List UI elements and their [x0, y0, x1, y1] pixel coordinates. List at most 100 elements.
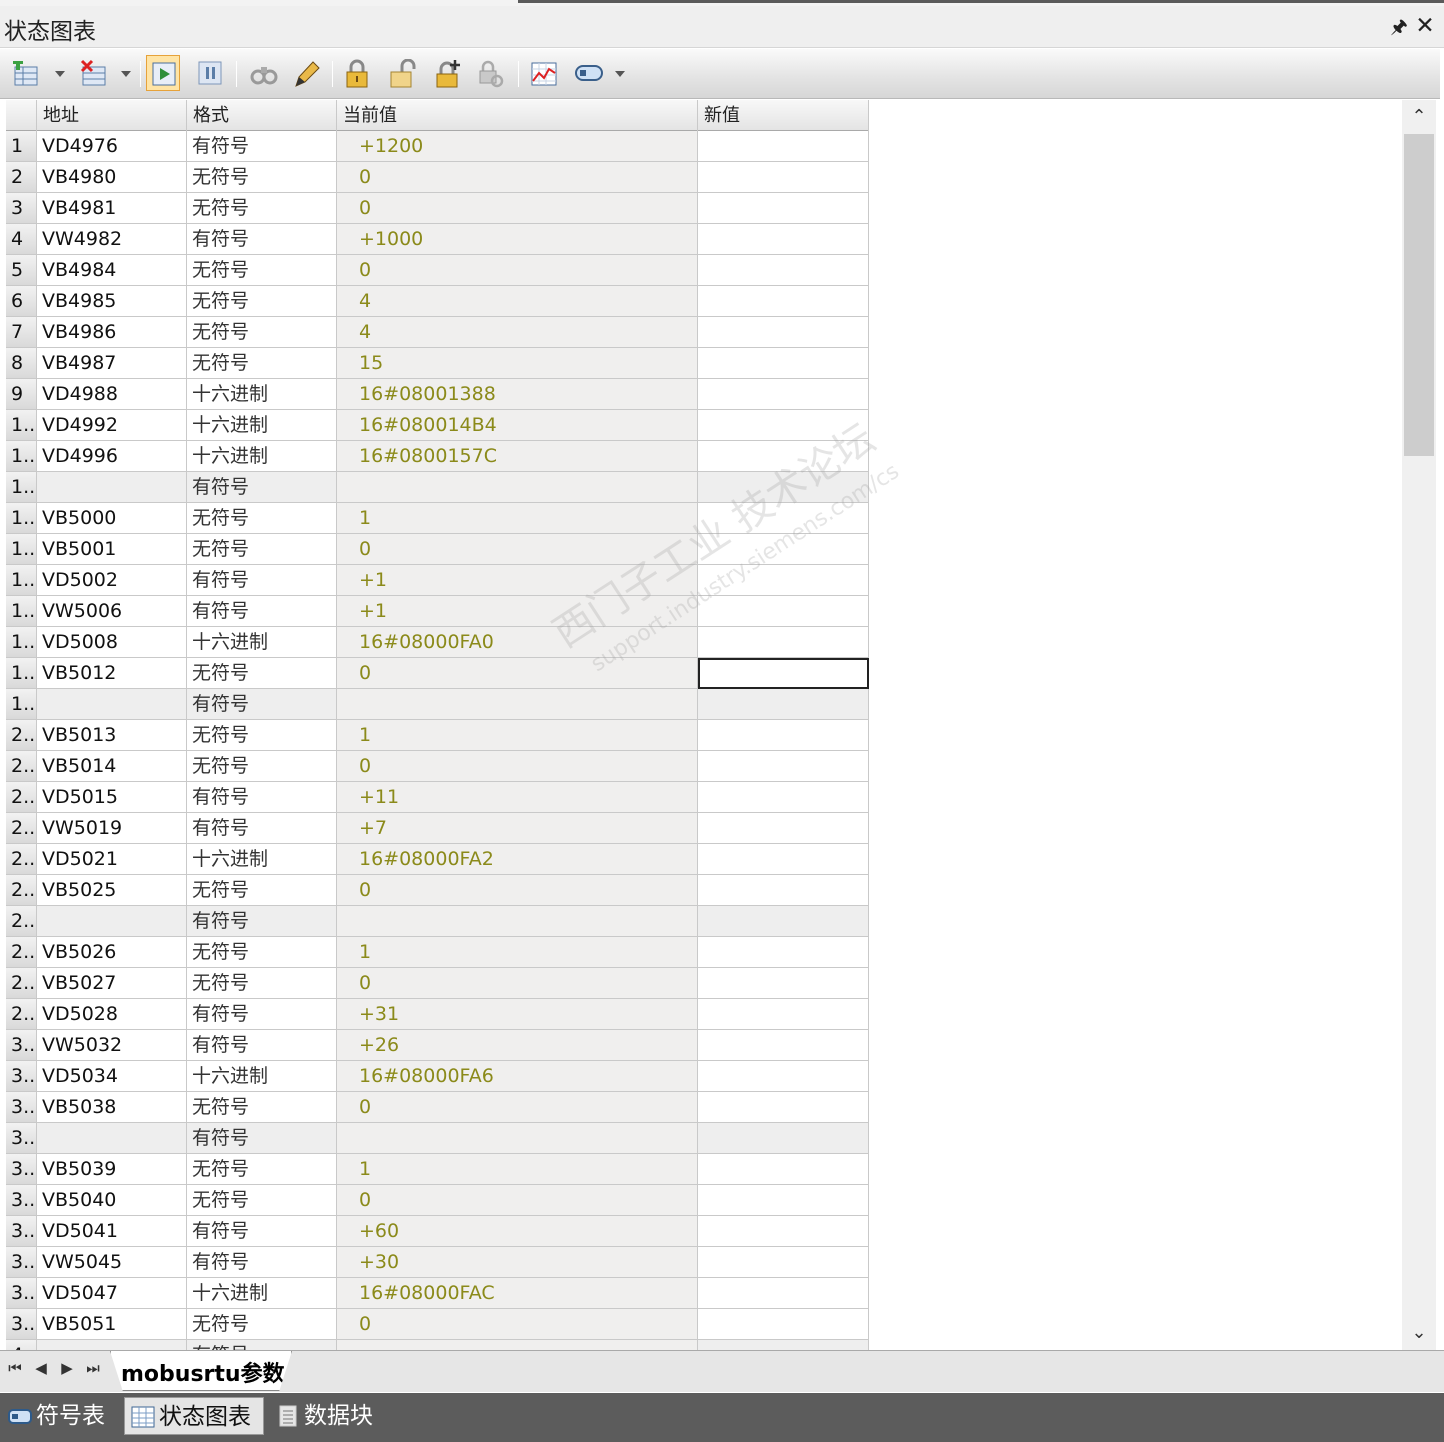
address-cell[interactable]: VW5006 [37, 596, 187, 627]
row-number[interactable]: 1.. [6, 658, 37, 689]
row-number[interactable]: 3.. [6, 1030, 37, 1061]
close-icon[interactable]: ✕ [1412, 13, 1438, 39]
table-row[interactable]: 2.. VD5015 有符号 +11 [6, 782, 869, 813]
scroll-up-icon[interactable]: ⌃ [1402, 100, 1436, 134]
row-number[interactable]: 1.. [6, 534, 37, 565]
format-cell[interactable]: 有符号 [187, 1247, 337, 1278]
new-value-cell[interactable] [698, 1092, 869, 1123]
new-value-cell[interactable] [698, 193, 869, 224]
table-row[interactable]: 8 VB4987 无符号 15 [6, 348, 869, 379]
address-cell[interactable]: VB4986 [37, 317, 187, 348]
tab-symbol-table[interactable]: 符号表 [2, 1397, 122, 1435]
table-row[interactable]: 1.. 有符号 [6, 472, 869, 503]
new-value-cell[interactable] [698, 286, 869, 317]
last-sheet-icon[interactable]: ⏭ [82, 1359, 104, 1377]
format-cell[interactable]: 有符号 [187, 906, 337, 937]
row-number[interactable]: 3 [6, 193, 37, 224]
new-value-cell[interactable] [698, 317, 869, 348]
row-number[interactable]: 3.. [6, 1216, 37, 1247]
format-cell[interactable]: 有符号 [187, 1340, 337, 1350]
address-cell[interactable]: VD5015 [37, 782, 187, 813]
table-row[interactable]: 2.. 有符号 [6, 906, 869, 937]
new-value-cell[interactable] [698, 689, 869, 720]
address-cell[interactable] [37, 906, 187, 937]
format-cell[interactable]: 有符号 [187, 999, 337, 1030]
format-cell[interactable]: 十六进制 [187, 844, 337, 875]
address-cell[interactable]: VB4985 [37, 286, 187, 317]
unforce-icon[interactable] [385, 55, 419, 91]
format-cell[interactable]: 十六进制 [187, 1061, 337, 1092]
table-row[interactable]: 3.. VD5034 十六进制 16#08000FA6 [6, 1061, 869, 1092]
table-row[interactable]: 3.. VB5039 无符号 1 [6, 1154, 869, 1185]
row-number[interactable]: 1.. [6, 689, 37, 720]
table-row[interactable]: 2.. VW5019 有符号 +7 [6, 813, 869, 844]
row-number[interactable]: 3.. [6, 1309, 37, 1340]
format-cell[interactable]: 无符号 [187, 348, 337, 379]
row-number[interactable]: 1.. [6, 565, 37, 596]
format-cell[interactable]: 无符号 [187, 720, 337, 751]
table-row[interactable]: 1.. VD4992 十六进制 16#080014B4 [6, 410, 869, 441]
table-row[interactable]: 2.. VB5014 无符号 0 [6, 751, 869, 782]
new-value-cell[interactable] [698, 906, 869, 937]
row-number[interactable]: 1.. [6, 627, 37, 658]
table-row[interactable]: 2.. VB5027 无符号 0 [6, 968, 869, 999]
delete-dropdown-icon[interactable] [121, 71, 131, 77]
column-header-new-value[interactable]: 新值 [698, 100, 869, 131]
delete-row-icon[interactable] [76, 55, 110, 91]
row-number[interactable]: 4.. [6, 1340, 37, 1350]
table-row[interactable]: 2.. VB5013 无符号 1 [6, 720, 869, 751]
table-row[interactable]: 3.. 有符号 [6, 1123, 869, 1154]
row-number[interactable]: 4 [6, 224, 37, 255]
format-cell[interactable]: 有符号 [187, 596, 337, 627]
new-value-cell[interactable] [698, 1216, 869, 1247]
format-cell[interactable]: 无符号 [187, 255, 337, 286]
format-cell[interactable]: 十六进制 [187, 627, 337, 658]
table-row[interactable]: 1 VD4976 有符号 +1200 [6, 131, 869, 162]
table-row[interactable]: 1.. VB5012 无符号 0 [6, 658, 869, 689]
table-row[interactable]: 5 VB4984 无符号 0 [6, 255, 869, 286]
table-row[interactable]: 3.. VB5051 无符号 0 [6, 1309, 869, 1340]
prev-sheet-icon[interactable]: ◀ [30, 1359, 52, 1377]
address-cell[interactable]: VD4976 [37, 131, 187, 162]
format-cell[interactable]: 无符号 [187, 1185, 337, 1216]
new-value-cell[interactable] [698, 720, 869, 751]
table-row[interactable]: 2.. VD5021 十六进制 16#08000FA2 [6, 844, 869, 875]
tag-icon[interactable] [570, 55, 604, 91]
new-value-cell[interactable] [698, 875, 869, 906]
column-header-address[interactable]: 地址 [37, 100, 187, 131]
format-cell[interactable]: 无符号 [187, 503, 337, 534]
pin-icon[interactable]: 🖈 [1388, 14, 1410, 40]
format-cell[interactable]: 有符号 [187, 782, 337, 813]
new-value-cell[interactable] [698, 224, 869, 255]
row-number[interactable]: 2.. [6, 782, 37, 813]
format-cell[interactable]: 十六进制 [187, 441, 337, 472]
new-value-cell[interactable] [698, 1061, 869, 1092]
new-value-cell[interactable] [698, 658, 869, 689]
table-row[interactable]: 3.. VD5047 十六进制 16#08000FAC [6, 1278, 869, 1309]
sheet-tab-mobusrtu[interactable]: mobusrtu参数 [110, 1351, 292, 1391]
row-number[interactable]: 7 [6, 317, 37, 348]
new-value-cell[interactable] [698, 1030, 869, 1061]
address-cell[interactable]: VD5021 [37, 844, 187, 875]
format-cell[interactable]: 有符号 [187, 1123, 337, 1154]
format-cell[interactable]: 无符号 [187, 751, 337, 782]
new-value-cell[interactable] [698, 596, 869, 627]
row-number[interactable]: 3.. [6, 1154, 37, 1185]
new-value-cell[interactable] [698, 379, 869, 410]
row-number[interactable]: 1.. [6, 410, 37, 441]
table-row[interactable]: 6 VB4985 无符号 4 [6, 286, 869, 317]
new-value-cell[interactable] [698, 937, 869, 968]
scrollbar-thumb[interactable] [1404, 134, 1434, 456]
trend-chart-icon[interactable] [526, 55, 560, 91]
table-row[interactable]: 1.. VD5008 十六进制 16#08000FA0 [6, 627, 869, 658]
row-number[interactable]: 2.. [6, 844, 37, 875]
address-cell[interactable]: VD5047 [37, 1278, 187, 1309]
address-cell[interactable]: VB4984 [37, 255, 187, 286]
column-header-current-value[interactable]: 当前值 [337, 100, 698, 131]
format-cell[interactable]: 有符号 [187, 813, 337, 844]
row-number[interactable]: 1.. [6, 503, 37, 534]
address-cell[interactable]: VD4988 [37, 379, 187, 410]
format-cell[interactable]: 无符号 [187, 937, 337, 968]
table-row[interactable]: 3.. VW5045 有符号 +30 [6, 1247, 869, 1278]
row-number[interactable]: 3.. [6, 1278, 37, 1309]
